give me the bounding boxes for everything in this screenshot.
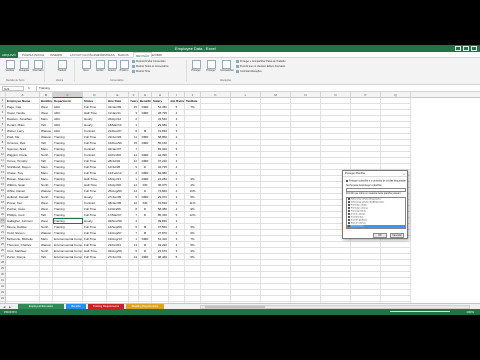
title-bar: Employee Data - Excel bbox=[0, 45, 480, 59]
option-label: Mostrar/Ocultar Comentário bbox=[136, 60, 166, 64]
checkbox-box[interactable] bbox=[348, 222, 350, 224]
next-icon[interactable] bbox=[119, 60, 129, 69]
ribbon-divider bbox=[186, 60, 187, 82]
permission-option[interactable]: Excluir linhas bbox=[347, 225, 405, 228]
ok-button[interactable]: OK bbox=[373, 233, 387, 238]
translate-icon[interactable] bbox=[57, 60, 67, 69]
password-input[interactable] bbox=[346, 188, 406, 192]
option-label: Permitir que os Usuários Editem Interval… bbox=[240, 65, 286, 69]
delete-comment-icon[interactable] bbox=[95, 60, 105, 69]
ribbon-button-6[interactable]: Excluir bbox=[94, 60, 106, 72]
checkbox-box[interactable] bbox=[348, 225, 350, 227]
option-icon bbox=[132, 65, 135, 68]
name-box[interactable]: C21 bbox=[2, 86, 24, 91]
ribbon-button-label: Anterior bbox=[107, 69, 117, 72]
ribbon-button-label: Proteger bbox=[206, 69, 216, 72]
quick-access-toolbar[interactable] bbox=[4, 46, 34, 59]
ribbon-button-2[interactable]: Pesquisa bbox=[18, 60, 30, 72]
change-option-2[interactable]: Permitir que os Usuários Editem Interval… bbox=[236, 65, 285, 69]
ribbon-divider bbox=[74, 60, 75, 82]
research-icon[interactable] bbox=[19, 60, 29, 69]
option-label: Mostrar Tinta bbox=[136, 70, 150, 74]
status-bar: PRONTO 100% bbox=[0, 309, 480, 315]
checkbox-box[interactable] bbox=[348, 219, 350, 221]
cancel-button[interactable]: Cancelar bbox=[390, 233, 404, 238]
ribbon-button-label: Compartilhar bbox=[220, 69, 234, 72]
status-text: PRONTO bbox=[4, 310, 17, 314]
zoom-slider[interactable] bbox=[390, 311, 450, 312]
protect-sheet-dialog: Proteger Planilha × Proteger a planilha … bbox=[342, 170, 408, 239]
maximize-button[interactable] bbox=[463, 46, 469, 51]
formula-bar: C21 fx Training bbox=[0, 85, 480, 92]
ribbon-button-label: Traduzir bbox=[57, 69, 67, 72]
ribbon-button-label: Novo bbox=[83, 69, 89, 72]
minimize-button[interactable] bbox=[455, 46, 461, 51]
option-icon bbox=[236, 60, 239, 63]
option-icon bbox=[236, 65, 239, 68]
protect-contents-checkbox[interactable]: Proteger a planilha e o conteúdo de célu… bbox=[346, 180, 406, 184]
ribbon-button-10[interactable]: Proteger bbox=[205, 60, 217, 72]
comment-option-2[interactable]: Mostrar Todos os Comentários bbox=[132, 65, 169, 69]
ribbon-group-label: Alterações bbox=[220, 79, 232, 82]
checkbox-box[interactable] bbox=[348, 207, 350, 209]
permission-label: Excluir linhas bbox=[351, 225, 364, 228]
close-icon[interactable]: × bbox=[403, 171, 405, 177]
ribbon-button-label: Excluir bbox=[96, 69, 104, 72]
option-label: Controlar Alterações bbox=[240, 70, 262, 74]
ribbon-button-label: Proteger bbox=[191, 69, 201, 72]
new-comment-icon[interactable] bbox=[81, 60, 91, 69]
permissions-list[interactable]: Selecionar células bloqueadas Selecionar … bbox=[346, 197, 406, 229]
checkbox-box[interactable] bbox=[348, 210, 350, 212]
share-workbook-icon[interactable] bbox=[221, 60, 231, 69]
ribbon-button-label: Dicionário bbox=[32, 69, 44, 72]
protect-sheet-icon[interactable] bbox=[191, 60, 201, 69]
ribbon-button-3[interactable]: Dicionário bbox=[32, 60, 44, 72]
abc-check-icon[interactable] bbox=[5, 60, 15, 69]
change-option-1[interactable]: Proteger e Compartilhar Pasta de Trabalh… bbox=[236, 60, 286, 64]
checkbox-box[interactable] bbox=[346, 180, 348, 182]
ribbon-group-label: Revisão de Texto bbox=[6, 79, 25, 82]
option-label: Proteger e Compartilhar Pasta de Trabalh… bbox=[240, 60, 286, 64]
ribbon-button-label: Verificar bbox=[5, 69, 15, 72]
thesaurus-icon[interactable] bbox=[33, 60, 43, 69]
ribbon-button-1[interactable]: Verificar bbox=[4, 60, 16, 72]
ribbon-group-label: Comentários bbox=[110, 79, 124, 82]
checkbox-box[interactable] bbox=[348, 198, 350, 200]
excel-window: Employee Data - Excel ARQUIVO PÁGINA INIC… bbox=[0, 45, 480, 315]
checkbox-box[interactable] bbox=[348, 216, 350, 218]
comment-option-3[interactable]: Mostrar Tinta bbox=[132, 70, 150, 74]
option-label: Mostrar Todos os Comentários bbox=[136, 65, 169, 69]
checkbox-box[interactable] bbox=[348, 213, 350, 215]
formula-input[interactable]: Training bbox=[36, 86, 476, 91]
close-window-button[interactable] bbox=[471, 46, 477, 51]
change-option-3[interactable]: Controlar Alterações bbox=[236, 70, 262, 74]
ribbon-button-label: Pesquisa bbox=[19, 69, 29, 72]
worksheet-grid[interactable]: ABCDEFGHIJKLMNOPQ 1 Employee Name Building… bbox=[0, 92, 480, 303]
comment-option-1[interactable]: Mostrar/Ocultar Comentário bbox=[132, 60, 166, 64]
previous-icon[interactable] bbox=[107, 60, 117, 69]
dialog-title: Proteger Planilha bbox=[343, 171, 407, 177]
permissions-label: Permitir que todos os usuários desta pla… bbox=[346, 193, 402, 195]
ribbon-button-5[interactable]: Novo bbox=[80, 60, 92, 72]
ribbon-divider bbox=[44, 60, 45, 82]
fx-icon[interactable]: fx bbox=[28, 85, 30, 92]
video-frame: Employee Data - Excel ARQUIVO PÁGINA INIC… bbox=[0, 0, 480, 360]
ribbon-button-label: Próximo bbox=[119, 69, 129, 72]
option-icon bbox=[132, 60, 135, 63]
option-icon bbox=[132, 70, 135, 73]
ribbon-button-11[interactable]: Compartilhar bbox=[220, 60, 234, 72]
window-title: Employee Data - Excel bbox=[175, 46, 216, 51]
checkbox-box[interactable] bbox=[348, 204, 350, 206]
ribbon-button-4[interactable]: Traduzir bbox=[56, 60, 68, 72]
scroll-thumb[interactable] bbox=[205, 306, 265, 308]
ribbon-button-8[interactable]: Próximo bbox=[118, 60, 130, 72]
ribbon-button-9[interactable]: Proteger bbox=[190, 60, 202, 72]
protect-workbook-icon[interactable] bbox=[206, 60, 216, 69]
ribbon-group-label: Idioma bbox=[56, 79, 64, 82]
ribbon-button-7[interactable]: Anterior bbox=[106, 60, 118, 72]
option-icon bbox=[236, 70, 239, 73]
checkbox-box[interactable] bbox=[348, 201, 350, 203]
zoom-level[interactable]: 100% bbox=[466, 309, 474, 315]
ribbon: Verificar Pesquisa Dicionário Traduzir Novo E… bbox=[0, 58, 480, 85]
